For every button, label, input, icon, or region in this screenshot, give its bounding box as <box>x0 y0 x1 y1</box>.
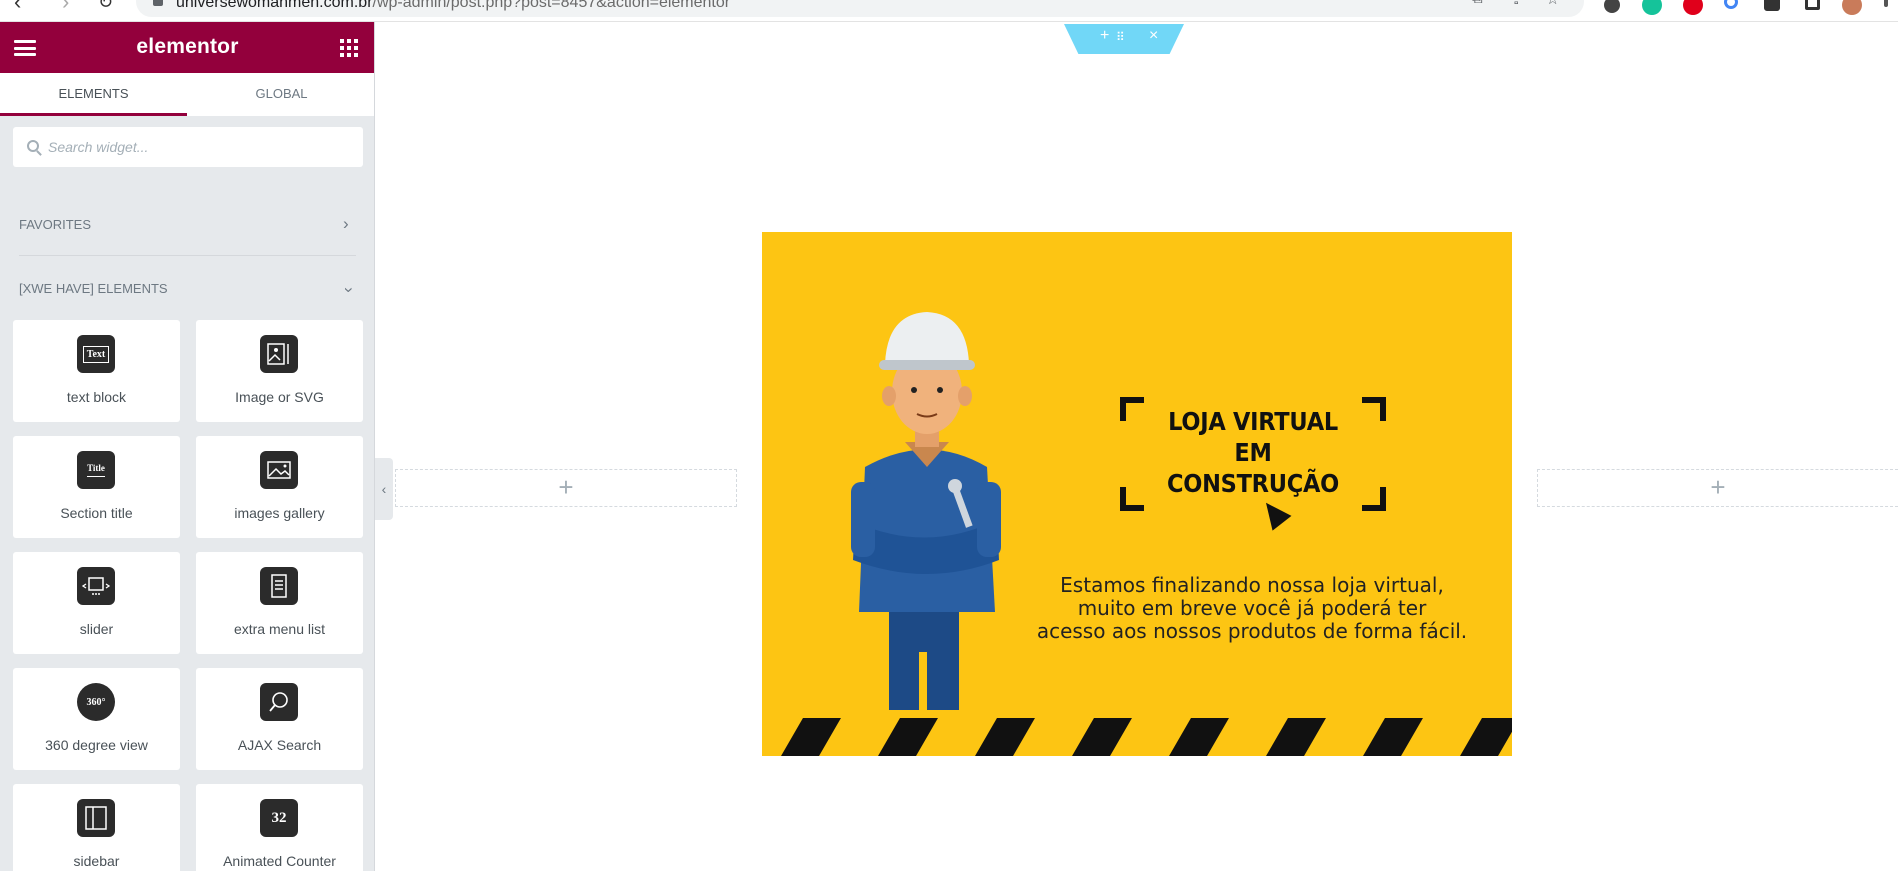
tab-global[interactable]: GLOBAL <box>188 73 374 116</box>
widget-extra-menu-list[interactable]: extra menu list <box>196 552 363 654</box>
widget-animated-counter[interactable]: 32 Animated Counter <box>196 784 363 871</box>
add-section-icon[interactable]: + <box>1100 27 1109 45</box>
hazard-stripes <box>762 718 1512 756</box>
lock-icon <box>153 0 163 6</box>
menu-list-icon <box>260 567 298 605</box>
share-icon[interactable]: ⇪ <box>1510 0 1523 8</box>
widget-image-svg[interactable]: Image or SVG <box>196 320 363 422</box>
widget-label: AJAX Search <box>237 737 322 753</box>
drag-handle-icon[interactable]: ⠿ <box>1116 30 1125 44</box>
widget-sidebar[interactable]: sidebar <box>13 784 180 871</box>
widget-label: Animated Counter <box>223 853 336 869</box>
section-title-icon: Title <box>77 451 115 489</box>
sidebar-icon <box>77 799 115 837</box>
image-svg-icon <box>260 335 298 373</box>
add-widget-icon[interactable]: + <box>558 472 573 502</box>
bookmark-star-icon[interactable]: ☆ <box>1546 0 1559 8</box>
close-icon[interactable]: × <box>1149 27 1158 45</box>
add-widget-icon[interactable]: + <box>1710 472 1725 502</box>
hazard-stripe <box>1072 718 1132 756</box>
empty-column-left[interactable]: + <box>395 469 737 507</box>
hazard-stripe <box>781 718 841 756</box>
side-panel-icon[interactable] <box>1805 0 1820 10</box>
editor-window: ‹ › ↻ universewomanmen.com.br/wp-admin/p… <box>0 0 1898 871</box>
widget-label: Image or SVG <box>235 389 324 405</box>
widget-label: slider <box>79 621 114 637</box>
extensions-puzzle-icon[interactable] <box>1764 0 1780 11</box>
widget-label: Section title <box>60 505 133 521</box>
chevron-right-icon: › <box>343 214 349 233</box>
section-handle: + ⠿ × <box>1064 24 1184 54</box>
address-text[interactable]: universewomanmen.com.br/wp-admin/post.ph… <box>176 0 730 12</box>
apps-grid-icon[interactable] <box>340 39 358 57</box>
hazard-stripe <box>1460 718 1512 756</box>
opera-extension-icon[interactable] <box>1683 0 1703 15</box>
translate-icon[interactable]: ⧉ <box>1472 0 1483 7</box>
widget-label: text block <box>66 389 127 405</box>
widget-360-view[interactable]: 360° 360 degree view <box>13 668 180 770</box>
search-icon <box>27 140 39 152</box>
gallery-icon <box>260 451 298 489</box>
widget-text-block[interactable]: Text text block <box>13 320 180 422</box>
icon-glyph: 360° <box>86 696 106 708</box>
hazard-stripe <box>878 718 938 756</box>
widget-label: images gallery <box>234 505 325 521</box>
banner-title-line: EM <box>1234 438 1272 467</box>
browser-menu-icon[interactable] <box>1884 0 1888 7</box>
slider-icon <box>77 567 115 605</box>
hazard-stripe <box>1169 718 1229 756</box>
widget-ajax-search[interactable]: AJAX Search <box>196 668 363 770</box>
banner-message-line: acesso aos nossos produtos de forma fáci… <box>1036 619 1468 643</box>
widget-label: sidebar <box>73 853 120 869</box>
extension-recycle-icon[interactable] <box>1604 0 1620 13</box>
hazard-stripe <box>975 718 1035 756</box>
counter-icon: 32 <box>260 799 298 837</box>
forward-icon: › <box>62 0 70 14</box>
widget-section-title[interactable]: Title Section title <box>13 436 180 538</box>
ajax-search-icon <box>260 683 298 721</box>
grammarly-icon[interactable] <box>1642 0 1662 15</box>
hazard-stripe <box>1266 718 1326 756</box>
widget-label: 360 degree view <box>45 737 148 753</box>
banner-title-line: LOJA VIRTUAL <box>1168 407 1338 436</box>
panel-brand: elementor <box>136 35 239 58</box>
elementor-panel: elementor ELEMENTS GLOBAL FAVORITES › [X… <box>0 22 375 871</box>
banner-message: Estamos finalizando nossa loja virtual, … <box>1032 574 1472 643</box>
widget-label: extra menu list <box>233 621 326 637</box>
mouse-cursor-icon <box>1256 495 1292 531</box>
banner-message-line: muito em breve você já poderá ter <box>1077 596 1427 620</box>
category-label: FAVORITES <box>19 217 91 232</box>
construction-banner-image[interactable]: LOJA VIRTUAL EM CONSTRUÇÃO Estamos final… <box>762 232 1512 756</box>
banner-title-line: CONSTRUÇÃO <box>1167 469 1339 498</box>
icon-glyph: Title <box>87 463 105 477</box>
banner-message-line: Estamos finalizando nossa loja virtual, <box>1060 573 1444 597</box>
profile-avatar[interactable] <box>1842 0 1862 15</box>
back-icon[interactable]: ‹ <box>14 0 21 13</box>
divider <box>19 255 356 256</box>
empty-column-right[interactable]: + <box>1537 469 1898 507</box>
browser-toolbar: ‹ › ↻ universewomanmen.com.br/wp-admin/p… <box>0 0 1898 22</box>
tab-elements[interactable]: ELEMENTS <box>0 73 187 116</box>
icon-glyph: 32 <box>271 809 287 826</box>
reload-icon[interactable]: ↻ <box>98 0 113 13</box>
address-bar[interactable]: universewomanmen.com.br/wp-admin/post.ph… <box>136 0 1584 17</box>
panel-header: elementor <box>0 22 374 73</box>
chevron-down-icon: › <box>339 287 359 293</box>
banner-title: LOJA VIRTUAL EM CONSTRUÇÃO <box>1133 406 1372 499</box>
widget-images-gallery[interactable]: images gallery <box>196 436 363 538</box>
category-label: [XWE HAVE] ELEMENTS <box>19 281 168 296</box>
category-favorites[interactable]: FAVORITES › <box>0 208 374 240</box>
category-xwe-elements[interactable]: [XWE HAVE] ELEMENTS › <box>0 272 374 304</box>
widget-search <box>13 127 363 167</box>
icon-glyph: Text <box>82 345 110 363</box>
worker-illustration <box>851 312 1001 712</box>
google-extension-icon[interactable] <box>1724 0 1738 9</box>
panel-collapse-button[interactable]: ‹ <box>375 458 393 520</box>
widget-slider[interactable]: slider <box>13 552 180 654</box>
search-input[interactable] <box>48 127 348 167</box>
hazard-stripe <box>1363 718 1423 756</box>
text-block-icon: Text <box>77 335 115 373</box>
panel-tabs: ELEMENTS GLOBAL <box>0 73 374 116</box>
view-360-icon: 360° <box>77 683 115 721</box>
